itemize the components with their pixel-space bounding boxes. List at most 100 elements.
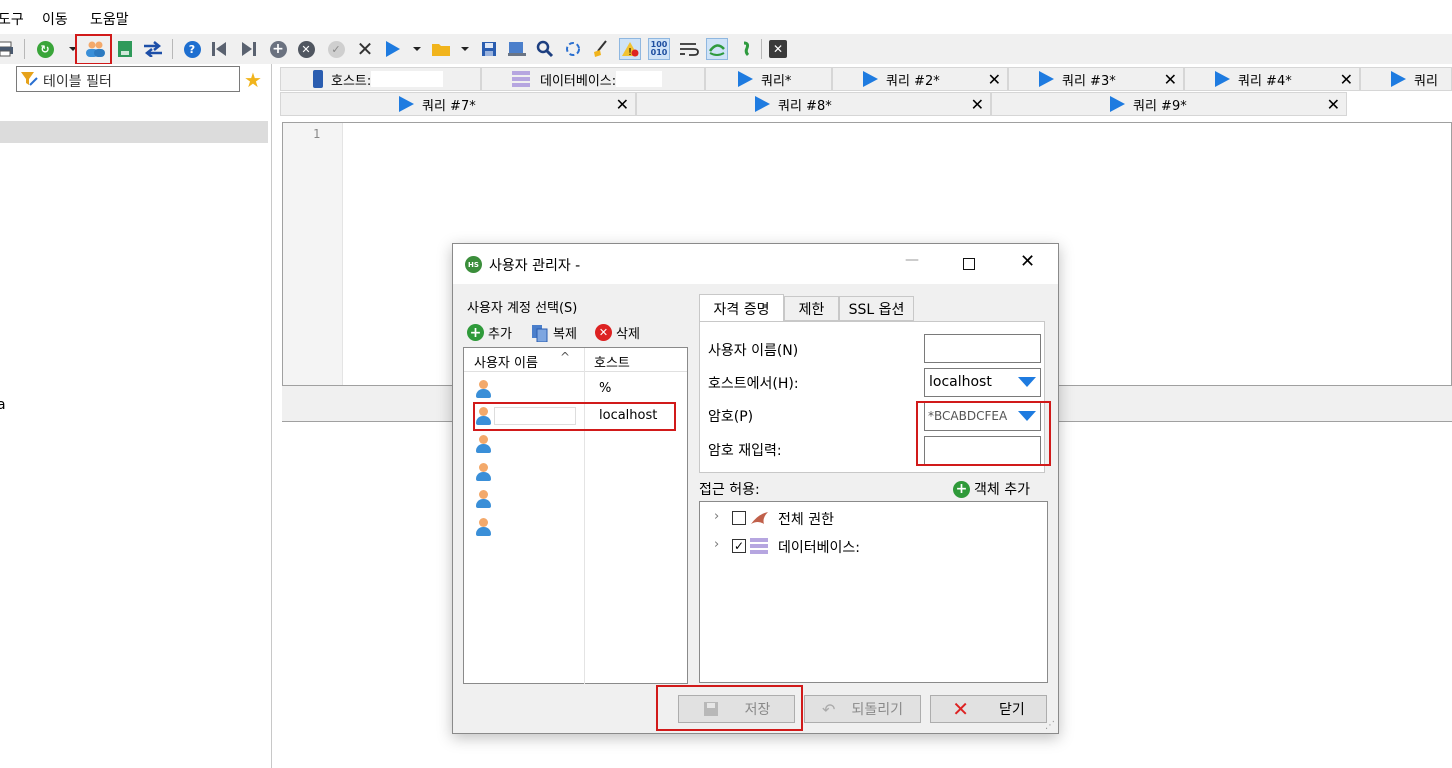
- menu-tools[interactable]: 도구: [0, 9, 24, 29]
- export-sql-icon[interactable]: [114, 38, 136, 60]
- print-icon[interactable]: [0, 38, 16, 60]
- minimize-icon[interactable]: —: [905, 252, 919, 268]
- selected-tree-row[interactable]: [0, 121, 268, 143]
- help-icon[interactable]: ?: [181, 38, 203, 60]
- database-icon: [750, 538, 768, 554]
- play-icon: [738, 71, 753, 87]
- dialog-title: 사용자 관리자 -: [489, 258, 581, 274]
- menu-navigate[interactable]: 이동: [42, 9, 68, 29]
- tab-credentials[interactable]: 자격 증명: [699, 294, 784, 322]
- user-row[interactable]: [464, 486, 687, 512]
- user-icon: [476, 435, 491, 453]
- privilege-tree[interactable]: › 전체 권한 › ✓ 데이터베이스:: [699, 501, 1048, 683]
- chevron-right-icon[interactable]: ›: [714, 537, 719, 552]
- tab-query-3[interactable]: 쿼리 #3* ✕: [1008, 67, 1184, 91]
- tab-query-9[interactable]: 쿼리 #9* ✕: [991, 92, 1347, 116]
- tab-query-8[interactable]: 쿼리 #8* ✕: [636, 92, 991, 116]
- tab-query-1[interactable]: 쿼리*: [705, 67, 832, 91]
- close-window-icon[interactable]: ✕: [1020, 251, 1035, 272]
- maximize-icon[interactable]: [963, 258, 975, 270]
- close-tab-2-icon[interactable]: ✕: [988, 70, 1001, 89]
- close-tab-icon[interactable]: ✕: [767, 38, 789, 60]
- delete-row-icon[interactable]: ✕: [295, 38, 317, 60]
- username-label: 사용자 이름(N): [708, 343, 799, 359]
- clone-icon: [532, 324, 548, 342]
- clone-user-button[interactable]: 복제: [531, 323, 577, 342]
- add-row-icon[interactable]: +: [267, 38, 289, 60]
- table-filter-placeholder: 테이블 필터: [43, 74, 112, 90]
- run-dropdown-icon[interactable]: [413, 47, 421, 51]
- first-icon[interactable]: [208, 38, 230, 60]
- tab-database[interactable]: 데이터베이스:: [481, 67, 705, 91]
- menu-help[interactable]: 도움말: [90, 9, 129, 29]
- save-icon[interactable]: [478, 38, 500, 60]
- post-icon[interactable]: ✓: [325, 38, 347, 60]
- last-icon[interactable]: [238, 38, 260, 60]
- cancel-icon[interactable]: ✕: [354, 37, 376, 61]
- close-tab-8-icon[interactable]: ✕: [971, 95, 984, 114]
- host-select[interactable]: localhost: [924, 368, 1041, 397]
- replace-icon[interactable]: [562, 38, 584, 60]
- format-sql-icon[interactable]: [590, 38, 612, 60]
- transfer-icon[interactable]: [142, 38, 164, 60]
- tab-query-5[interactable]: 쿼리: [1360, 67, 1452, 91]
- user-list[interactable]: 사용자 이름 ^ 호스트 % localhost: [463, 347, 688, 684]
- add-icon: +: [953, 480, 970, 498]
- wrap-icon[interactable]: [678, 38, 700, 60]
- dialog-titlebar: HS 사용자 관리자 - — ✕: [453, 244, 1058, 284]
- user-row[interactable]: [464, 459, 687, 485]
- column-host[interactable]: 호스트: [594, 352, 630, 371]
- search-icon[interactable]: [534, 38, 556, 60]
- binary-icon[interactable]: 100 010: [648, 38, 670, 60]
- close-button[interactable]: ✕ 닫기: [930, 695, 1047, 723]
- tab-query-7[interactable]: 쿼리 #7* ✕: [280, 92, 636, 116]
- user-row[interactable]: [464, 431, 687, 457]
- tab-query-4[interactable]: 쿼리 #4* ✕: [1184, 67, 1360, 91]
- revert-button[interactable]: ↶ 되돌리기: [804, 695, 921, 723]
- close-tab-7-icon[interactable]: ✕: [616, 95, 629, 114]
- database-icon: [512, 71, 530, 87]
- play-icon: [1110, 96, 1125, 112]
- user-row[interactable]: %: [464, 376, 687, 402]
- column-username[interactable]: 사용자 이름: [474, 352, 538, 371]
- user-icon: [476, 518, 491, 536]
- tree-item-all-privileges[interactable]: › 전체 권한: [700, 506, 1000, 530]
- tab-host[interactable]: 호스트:: [280, 67, 481, 91]
- add-object-button[interactable]: + 객체 추가: [953, 479, 1030, 499]
- close-tab-4-icon[interactable]: ✕: [1340, 70, 1353, 89]
- server-icon: [313, 70, 323, 88]
- resize-grip-icon[interactable]: ⋰: [1045, 720, 1055, 731]
- run-query-icon[interactable]: [382, 38, 404, 60]
- stop-on-error-icon[interactable]: !: [619, 38, 641, 60]
- username-input[interactable]: [924, 334, 1041, 363]
- user-row[interactable]: [464, 514, 687, 540]
- table-filter-input[interactable]: 테이블 필터: [16, 66, 240, 92]
- password-fields-highlight: [916, 401, 1051, 466]
- host-label: 호스트에서(H):: [708, 376, 799, 392]
- delete-icon: ✕: [595, 324, 612, 341]
- console-icon[interactable]: [735, 38, 757, 60]
- add-user-button[interactable]: + 추가: [467, 323, 512, 342]
- add-icon: +: [467, 324, 484, 341]
- save-as-icon[interactable]: [506, 38, 528, 60]
- star-icon[interactable]: ★: [244, 68, 262, 92]
- open-folder-icon[interactable]: [430, 38, 452, 60]
- chevron-right-icon[interactable]: ›: [714, 509, 719, 524]
- tree-item-database[interactable]: › ✓ 데이터베이스:: [700, 534, 1000, 558]
- checkbox-all-privileges[interactable]: [732, 511, 746, 525]
- delete-user-button[interactable]: ✕ 삭제: [595, 323, 640, 342]
- autocomplete-icon[interactable]: [706, 38, 728, 60]
- close-tab-9-icon[interactable]: ✕: [1327, 95, 1340, 114]
- chevron-down-icon: [1018, 377, 1036, 387]
- line-gutter: 1: [283, 123, 343, 385]
- password-repeat-label: 암호 재입력:: [708, 443, 782, 459]
- database-tree-panel: 테이블 필터 ★ a: [0, 64, 272, 768]
- close-tab-3-icon[interactable]: ✕: [1164, 70, 1177, 89]
- checkbox-database[interactable]: ✓: [732, 539, 746, 553]
- tab-limits[interactable]: 제한: [784, 296, 839, 321]
- refresh-icon[interactable]: ↻: [34, 38, 56, 60]
- tab-ssl-options[interactable]: SSL 옵션: [839, 296, 914, 321]
- filter-icon: [21, 72, 38, 86]
- tab-query-2[interactable]: 쿼리 #2* ✕: [832, 67, 1008, 91]
- folder-dropdown-icon[interactable]: [461, 47, 469, 51]
